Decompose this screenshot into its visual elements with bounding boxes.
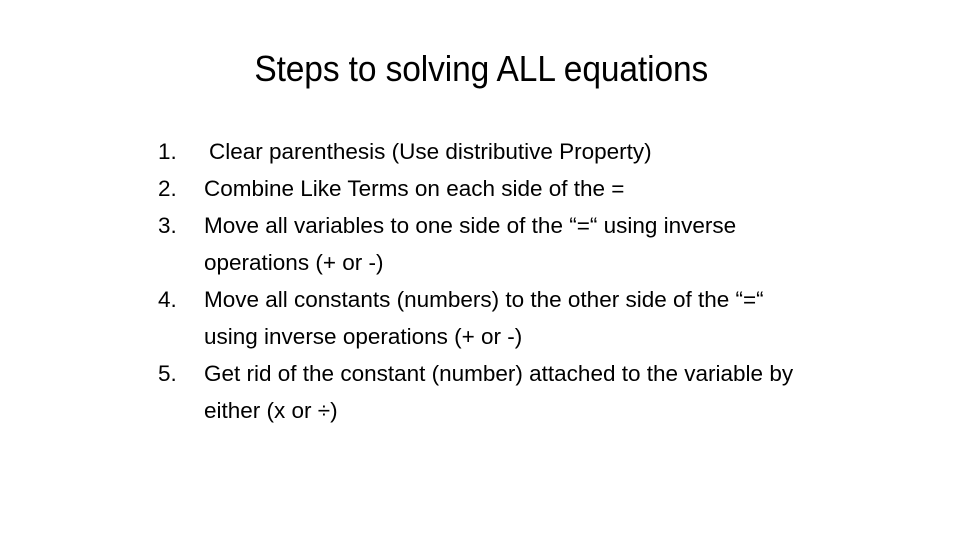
list-item-number: 1. [158,139,177,164]
list-item-text: Clear parenthesis (Use distributive Prop… [209,139,652,164]
list-item-number: 5. [158,361,177,386]
list-item: 5. Get rid of the constant (number) atta… [158,355,838,429]
list-item-number: 2. [158,176,177,201]
list-item: 3. Move all variables to one side of the… [158,207,838,281]
list-item: 1. Clear parenthesis (Use distributive P… [158,133,838,170]
list-item-text: Combine Like Terms on each side of the = [204,176,625,201]
page-title: Steps to solving ALL equations [254,48,709,89]
steps-list: 1. Clear parenthesis (Use distributive P… [158,133,838,429]
list-item-number: 4. [158,287,177,312]
list-item-text: Get rid of the constant (number) attache… [204,361,794,423]
list-item-text: Move all variables to one side of the “=… [204,213,737,275]
list-item: 2. Combine Like Terms on each side of th… [158,170,838,207]
list-item-number: 3. [158,213,177,238]
list-item: 4. Move all constants (numbers) to the o… [158,281,838,355]
list-item-text: Move all constants (numbers) to the othe… [204,287,764,349]
slide-canvas: Steps to solving ALL equations 1. Clear … [0,0,960,540]
